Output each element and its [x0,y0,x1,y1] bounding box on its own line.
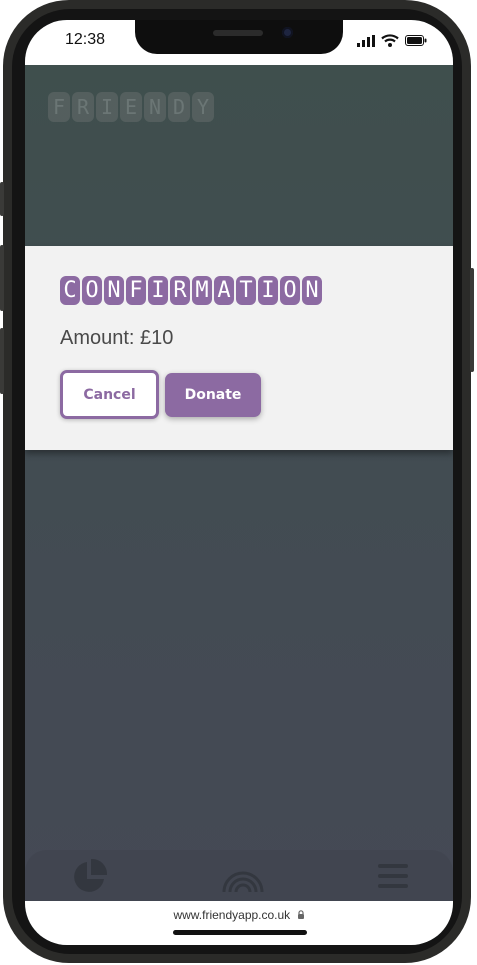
logo-letter: D [168,92,190,122]
cancel-button[interactable]: Cancel [60,370,159,419]
title-letter: T [236,276,256,305]
screen: F R I E N D Y C O N F I R M A T I O N Am… [25,20,453,945]
logo-letter: E [120,92,142,122]
logo-letter: R [72,92,94,122]
title-letter: O [82,276,102,305]
title-letter: R [170,276,190,305]
status-icons [357,34,427,47]
title-letter: A [214,276,234,305]
side-button-power [470,268,474,372]
signal-icon [357,34,375,47]
modal-title: C O N F I R M A T I O N [60,276,322,305]
lock-icon [297,910,304,919]
amount-text: Amount: £10 [60,327,174,349]
title-letter: N [302,276,322,305]
side-button-volume-up [0,245,4,311]
rainbow-icon[interactable] [221,860,265,899]
pie-chart-icon[interactable] [71,858,108,900]
title-letter: I [148,276,168,305]
wifi-icon [381,34,399,47]
side-button-mute [0,182,4,216]
speaker [213,30,263,36]
logo-letter: N [144,92,166,122]
browser-bar: www.friendyapp.co.uk [25,901,453,945]
title-letter: O [280,276,300,305]
title-letter: N [104,276,124,305]
camera [282,27,293,38]
home-indicator[interactable] [173,930,307,935]
title-letter: C [60,276,80,305]
status-time: 12:38 [65,31,106,48]
app-logo: F R I E N D Y [48,92,214,122]
title-letter: M [192,276,212,305]
side-button-volume-down [0,328,4,394]
app-background: F R I E N D Y [25,65,453,901]
logo-letter: Y [192,92,214,122]
logo-letter: I [96,92,118,122]
title-letter: F [126,276,146,305]
status-bar: 12:38 [25,20,453,65]
bottom-nav [25,850,453,902]
menu-icon[interactable] [378,862,408,895]
url-display[interactable]: www.friendyapp.co.uk [25,908,453,922]
logo-letter: F [48,92,70,122]
url-text: www.friendyapp.co.uk [173,908,291,922]
confirmation-modal: C O N F I R M A T I O N Amount: £10 Canc… [25,246,453,450]
title-letter: I [258,276,278,305]
donate-button[interactable]: Donate [165,373,261,417]
notch [135,20,343,54]
battery-icon [405,35,427,46]
